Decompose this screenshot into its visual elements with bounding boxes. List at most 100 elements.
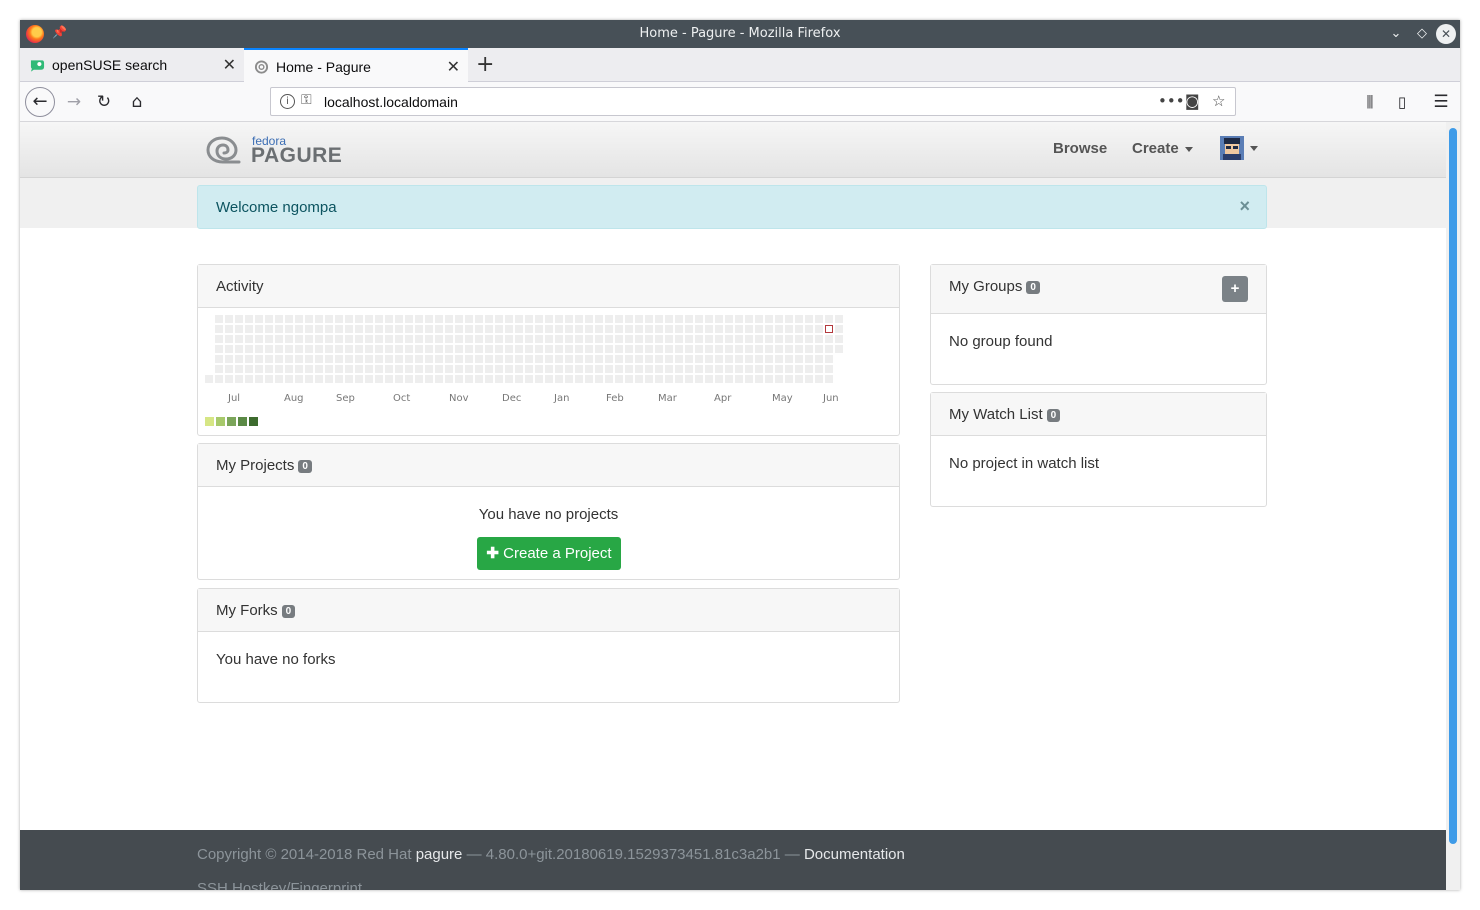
activity-day-cell[interactable]	[345, 315, 353, 323]
activity-day-cell[interactable]	[685, 345, 693, 353]
activity-day-cell[interactable]	[215, 345, 223, 353]
footer-ssh-link[interactable]: SSH Hostkey/Fingerprint	[197, 880, 362, 890]
activity-day-cell[interactable]	[825, 315, 833, 323]
activity-day-cell[interactable]	[555, 365, 563, 373]
activity-day-cell[interactable]	[235, 315, 243, 323]
activity-day-cell[interactable]	[525, 365, 533, 373]
footer-documentation-link[interactable]: Documentation	[804, 846, 905, 863]
activity-day-cell[interactable]	[285, 345, 293, 353]
activity-day-cell[interactable]	[265, 375, 273, 383]
activity-day-cell[interactable]	[825, 335, 833, 343]
activity-day-cell[interactable]	[825, 345, 833, 353]
activity-day-cell[interactable]	[605, 365, 613, 373]
activity-day-cell[interactable]	[665, 345, 673, 353]
activity-day-cell[interactable]	[525, 325, 533, 333]
activity-day-cell[interactable]	[325, 365, 333, 373]
activity-day-cell[interactable]	[465, 355, 473, 363]
user-menu-chevron-icon[interactable]	[1250, 146, 1258, 151]
activity-day-cell[interactable]	[415, 375, 423, 383]
activity-day-cell[interactable]	[415, 335, 423, 343]
activity-day-cell[interactable]	[295, 375, 303, 383]
activity-day-cell[interactable]	[525, 315, 533, 323]
activity-day-cell[interactable]	[775, 355, 783, 363]
activity-day-cell[interactable]	[215, 375, 223, 383]
activity-day-cell[interactable]	[225, 325, 233, 333]
pagure-logo[interactable]: fedora PAGURE	[205, 133, 342, 167]
activity-day-cell[interactable]	[575, 315, 583, 323]
activity-day-cell[interactable]	[355, 355, 363, 363]
activity-day-cell[interactable]	[805, 365, 813, 373]
activity-day-cell[interactable]	[715, 335, 723, 343]
activity-day-cell[interactable]	[455, 335, 463, 343]
activity-day-cell[interactable]	[705, 315, 713, 323]
activity-day-cell[interactable]	[585, 335, 593, 343]
activity-day-cell[interactable]	[655, 375, 663, 383]
nav-create-dropdown[interactable]: Create	[1132, 140, 1193, 157]
activity-day-cell[interactable]	[335, 345, 343, 353]
activity-day-cell[interactable]	[745, 345, 753, 353]
activity-day-cell[interactable]	[525, 375, 533, 383]
activity-day-cell[interactable]	[275, 325, 283, 333]
activity-day-cell[interactable]	[825, 375, 833, 383]
activity-day-cell[interactable]	[305, 315, 313, 323]
activity-day-cell[interactable]	[445, 345, 453, 353]
forward-icon[interactable]: →	[60, 88, 88, 116]
activity-day-cell[interactable]	[345, 345, 353, 353]
activity-day-cell[interactable]	[415, 345, 423, 353]
activity-day-cell[interactable]	[625, 355, 633, 363]
activity-day-cell[interactable]	[575, 335, 583, 343]
activity-day-cell[interactable]	[745, 335, 753, 343]
activity-day-cell[interactable]	[475, 365, 483, 373]
activity-day-cell[interactable]	[535, 335, 543, 343]
activity-day-cell[interactable]	[765, 335, 773, 343]
activity-day-cell[interactable]	[675, 355, 683, 363]
activity-day-cell[interactable]	[555, 375, 563, 383]
activity-day-cell[interactable]	[645, 345, 653, 353]
activity-day-cell[interactable]	[435, 315, 443, 323]
activity-day-cell[interactable]	[385, 315, 393, 323]
activity-day-cell[interactable]	[665, 355, 673, 363]
activity-day-cell[interactable]	[305, 375, 313, 383]
activity-day-cell[interactable]	[585, 365, 593, 373]
activity-day-cell[interactable]	[365, 345, 373, 353]
activity-day-cell[interactable]	[835, 315, 843, 323]
activity-day-cell[interactable]	[485, 365, 493, 373]
activity-day-cell[interactable]	[525, 345, 533, 353]
activity-day-cell[interactable]	[565, 315, 573, 323]
activity-day-cell[interactable]	[695, 375, 703, 383]
activity-day-cell[interactable]	[635, 355, 643, 363]
activity-day-cell[interactable]	[475, 355, 483, 363]
activity-day-cell[interactable]	[755, 325, 763, 333]
activity-day-cell[interactable]	[475, 375, 483, 383]
activity-day-cell[interactable]	[785, 345, 793, 353]
activity-day-cell[interactable]	[635, 335, 643, 343]
activity-day-cell[interactable]	[375, 355, 383, 363]
activity-day-cell[interactable]	[555, 325, 563, 333]
activity-day-cell[interactable]	[415, 315, 423, 323]
activity-day-cell[interactable]	[795, 355, 803, 363]
activity-day-cell[interactable]	[755, 335, 763, 343]
activity-day-cell[interactable]	[415, 365, 423, 373]
activity-day-cell[interactable]	[635, 325, 643, 333]
activity-day-cell[interactable]	[295, 355, 303, 363]
activity-day-cell[interactable]	[405, 345, 413, 353]
activity-day-cell[interactable]	[535, 345, 543, 353]
activity-day-cell[interactable]	[725, 365, 733, 373]
activity-day-cell[interactable]	[375, 315, 383, 323]
activity-day-cell[interactable]	[665, 375, 673, 383]
tab-home-pagure[interactable]: Home - Pagure ✕	[244, 48, 468, 83]
activity-day-cell[interactable]	[775, 345, 783, 353]
activity-day-cell[interactable]	[685, 315, 693, 323]
activity-day-cell[interactable]	[685, 325, 693, 333]
activity-day-cell[interactable]	[535, 375, 543, 383]
activity-day-cell[interactable]	[705, 355, 713, 363]
activity-day-cell[interactable]	[345, 355, 353, 363]
activity-day-cell[interactable]	[285, 375, 293, 383]
activity-day-cell[interactable]	[655, 335, 663, 343]
activity-day-cell[interactable]	[725, 335, 733, 343]
activity-day-cell[interactable]	[545, 365, 553, 373]
activity-day-cell[interactable]	[395, 365, 403, 373]
activity-day-cell[interactable]	[555, 355, 563, 363]
activity-day-cell[interactable]	[555, 315, 563, 323]
activity-day-cell[interactable]	[265, 335, 273, 343]
